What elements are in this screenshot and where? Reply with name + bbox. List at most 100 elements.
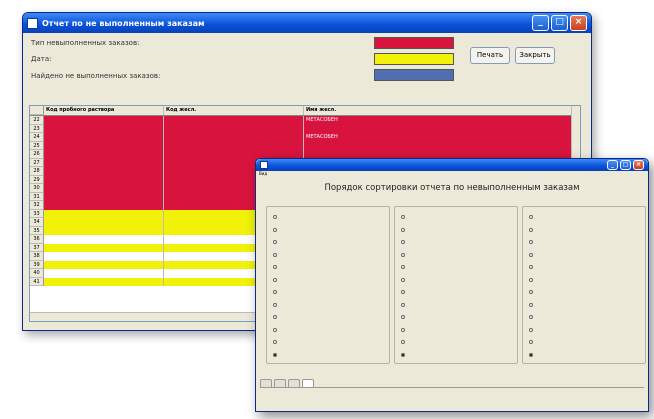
close-icon[interactable]: × xyxy=(570,15,587,31)
radio-icon[interactable] xyxy=(529,290,533,294)
sort-option[interactable] xyxy=(273,227,281,232)
radio-icon[interactable] xyxy=(273,252,277,257)
sort-option[interactable] xyxy=(529,352,537,357)
radio-icon[interactable] xyxy=(529,265,533,269)
radio-icon[interactable] xyxy=(401,302,405,307)
sort-option[interactable] xyxy=(401,315,409,319)
tab-2[interactable] xyxy=(288,379,300,387)
sort-option[interactable] xyxy=(529,302,537,307)
sort-option[interactable] xyxy=(529,265,537,269)
radio-icon[interactable] xyxy=(529,215,533,219)
date-label: Дата: xyxy=(31,55,52,63)
test-code-cell xyxy=(44,269,164,278)
sort-option[interactable] xyxy=(529,252,537,257)
sort-option[interactable] xyxy=(273,315,281,319)
sort-option[interactable] xyxy=(529,240,537,244)
sort-option[interactable] xyxy=(401,302,409,307)
sort-option[interactable] xyxy=(273,265,281,269)
radio-icon[interactable] xyxy=(401,240,405,244)
radio-icon[interactable] xyxy=(529,277,533,282)
name-cell: МЕТАСОБЕН xyxy=(306,117,338,123)
radio-icon[interactable] xyxy=(401,327,405,332)
radio-icon[interactable] xyxy=(401,215,405,219)
test-code-cell xyxy=(44,260,164,269)
radio-icon[interactable] xyxy=(273,215,277,219)
tab-1[interactable] xyxy=(274,379,286,387)
sort-option[interactable] xyxy=(273,352,281,357)
radio-icon[interactable] xyxy=(401,290,405,294)
radio-icon[interactable] xyxy=(273,277,277,282)
close-button[interactable]: Закрыть xyxy=(515,47,555,64)
menu-view[interactable]: Вид xyxy=(256,171,648,177)
row-number: 33 xyxy=(30,209,44,218)
radio-icon[interactable] xyxy=(273,265,277,269)
radio-icon[interactable] xyxy=(273,340,277,344)
radio-icon[interactable] xyxy=(401,340,405,344)
radio-icon[interactable] xyxy=(529,302,533,307)
sort-option[interactable] xyxy=(401,277,409,282)
sort-option[interactable] xyxy=(401,240,409,244)
radio-icon[interactable] xyxy=(529,327,533,332)
tab-0[interactable] xyxy=(260,379,272,387)
radio-icon[interactable] xyxy=(529,352,533,357)
radio-icon[interactable] xyxy=(401,265,405,269)
table-row[interactable]: 23 xyxy=(30,124,580,133)
sort-option[interactable] xyxy=(529,215,537,219)
radio-icon[interactable] xyxy=(273,327,277,332)
maximize-button[interactable]: □ xyxy=(551,15,568,31)
table-row[interactable]: 24 МЕТАСОБЕН xyxy=(30,133,580,142)
sort-close-icon[interactable]: × xyxy=(633,160,644,170)
row-number: 31 xyxy=(30,192,44,201)
radio-icon[interactable] xyxy=(273,315,277,319)
sort-option[interactable] xyxy=(529,340,537,344)
radio-icon[interactable] xyxy=(273,290,277,294)
sort-option[interactable] xyxy=(401,290,409,294)
radio-icon[interactable] xyxy=(529,227,533,232)
sort-option[interactable] xyxy=(273,277,281,282)
sort-option[interactable] xyxy=(401,215,409,219)
radio-icon[interactable] xyxy=(529,240,533,244)
sort-option[interactable] xyxy=(273,252,281,257)
radio-icon[interactable] xyxy=(273,302,277,307)
sort-option[interactable] xyxy=(273,215,281,219)
sort-option[interactable] xyxy=(529,327,537,332)
sort-option[interactable] xyxy=(529,277,537,282)
sort-minimize-button[interactable]: _ xyxy=(607,160,618,170)
radio-icon[interactable] xyxy=(401,252,405,257)
sort-option[interactable] xyxy=(529,315,537,319)
column-header-code[interactable]: Код жесл. xyxy=(164,106,304,115)
sort-option[interactable] xyxy=(273,302,281,307)
row-number: 36 xyxy=(30,235,44,244)
sort-option[interactable] xyxy=(273,340,281,344)
sort-option[interactable] xyxy=(529,227,537,232)
radio-icon[interactable] xyxy=(401,352,405,357)
radio-icon[interactable] xyxy=(401,277,405,282)
table-row[interactable]: 22 МЕТАСОБЕН xyxy=(30,116,580,125)
table-row[interactable]: 25 xyxy=(30,141,580,151)
column-header-name[interactable]: Имя жесл. xyxy=(304,106,580,115)
radio-icon[interactable] xyxy=(273,352,277,357)
tab-3[interactable] xyxy=(302,379,314,387)
name-cell xyxy=(304,142,580,151)
sort-option[interactable] xyxy=(401,340,409,344)
sort-option[interactable] xyxy=(273,327,281,332)
sort-option[interactable] xyxy=(401,252,409,257)
radio-icon[interactable] xyxy=(529,252,533,257)
column-header-test-code[interactable]: Код пробного раствора xyxy=(44,106,164,115)
radio-icon[interactable] xyxy=(273,227,277,232)
sort-option[interactable] xyxy=(401,265,409,269)
sort-option[interactable] xyxy=(273,240,281,244)
sort-maximize-button[interactable]: □ xyxy=(620,160,631,170)
sort-option[interactable] xyxy=(401,352,409,357)
sort-option[interactable] xyxy=(529,290,537,294)
sort-option[interactable] xyxy=(401,227,409,232)
radio-icon[interactable] xyxy=(273,240,277,244)
print-button[interactable]: Печать xyxy=(470,47,510,64)
radio-icon[interactable] xyxy=(401,227,405,232)
minimize-button[interactable]: _ xyxy=(532,15,549,31)
sort-option[interactable] xyxy=(401,327,409,332)
radio-icon[interactable] xyxy=(529,340,533,344)
radio-icon[interactable] xyxy=(529,315,533,319)
radio-icon[interactable] xyxy=(401,315,405,319)
sort-option[interactable] xyxy=(273,290,281,294)
